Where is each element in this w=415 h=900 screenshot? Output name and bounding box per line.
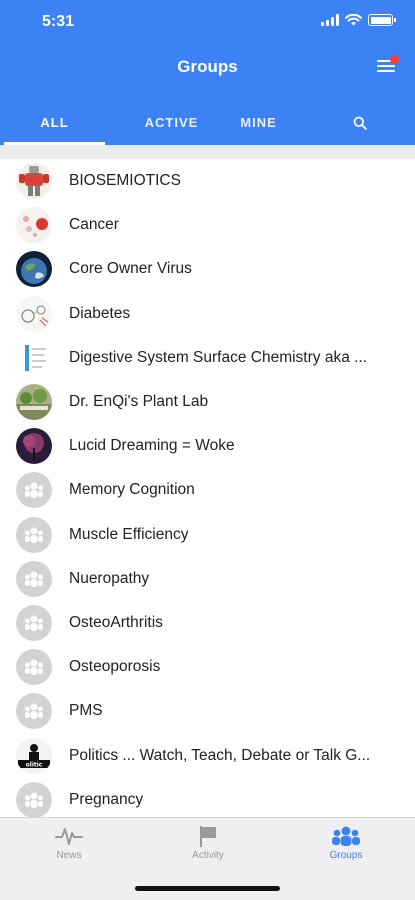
group-name: Dr. EnQi's Plant Lab bbox=[69, 393, 209, 411]
robot-image bbox=[16, 163, 52, 200]
group-name: Core Owner Virus bbox=[69, 260, 192, 278]
group-placeholder-icon bbox=[16, 604, 52, 641]
group-name: OsteoArthritis bbox=[69, 613, 163, 631]
group-avatar bbox=[16, 207, 52, 244]
list-item[interactable]: Diabetes bbox=[0, 292, 415, 336]
group-placeholder-icon bbox=[16, 516, 52, 553]
group-name: BIOSEMIOTICS bbox=[69, 172, 181, 190]
group-name: Lucid Dreaming = Woke bbox=[69, 437, 235, 455]
group-name: Diabetes bbox=[69, 304, 131, 322]
list-item[interactable]: Digestive System Surface Chemistry aka .… bbox=[0, 336, 415, 380]
list-item[interactable]: Core Owner Virus bbox=[0, 247, 415, 291]
group-name: Politics ... Watch, Teach, Debate or Tal… bbox=[69, 746, 371, 764]
tab-activity-label: Activity bbox=[192, 850, 224, 861]
status-time: 5:31 bbox=[42, 13, 75, 30]
list-item[interactable]: Pregnancy bbox=[0, 778, 415, 817]
status-bar: 5:31 bbox=[0, 0, 415, 44]
group-placeholder-icon bbox=[16, 781, 52, 817]
list-item[interactable]: PMS bbox=[0, 689, 415, 733]
tab-activity[interactable]: Activity bbox=[168, 824, 248, 861]
group-avatar bbox=[16, 384, 52, 421]
plants-image bbox=[16, 384, 52, 421]
group-name: Memory Cognition bbox=[69, 481, 195, 499]
group-avatar bbox=[16, 295, 52, 332]
groups-list: BIOSEMIOTICS Cancer Core Owner Virus Dia… bbox=[0, 159, 415, 817]
cancer-image bbox=[16, 207, 52, 244]
tab-news-label: News bbox=[56, 850, 82, 861]
app-header: 5:31 Groups ALL ACTIVE MINE bbox=[0, 0, 415, 145]
group-name: Osteoporosis bbox=[69, 658, 161, 676]
list-item[interactable]: Memory Cognition bbox=[0, 468, 415, 512]
list-item[interactable]: Osteoporosis bbox=[0, 645, 415, 689]
group-name: Muscle Efficiency bbox=[69, 525, 189, 543]
list-item[interactable]: Muscle Efficiency bbox=[0, 513, 415, 557]
list-item[interactable]: olitic Politics ... Watch, Teach, Debate… bbox=[0, 733, 415, 777]
battery-icon bbox=[368, 14, 396, 26]
politics-image: olitic bbox=[16, 737, 52, 774]
group-avatar bbox=[16, 339, 52, 376]
group-name: Nueropathy bbox=[69, 569, 150, 587]
group-avatar bbox=[16, 428, 52, 465]
group-placeholder-icon bbox=[16, 649, 52, 686]
list-item[interactable]: OsteoArthritis bbox=[0, 601, 415, 645]
pulse-icon bbox=[55, 828, 83, 845]
page-title: Groups bbox=[177, 57, 238, 76]
tab-groups[interactable]: Groups bbox=[306, 824, 386, 861]
tab-news[interactable]: News bbox=[29, 824, 109, 861]
tab-mine[interactable]: MINE bbox=[205, 100, 312, 145]
group-name: Cancer bbox=[69, 216, 119, 234]
group-name: Pregnancy bbox=[69, 790, 144, 808]
menu-button[interactable] bbox=[377, 55, 399, 74]
list-item[interactable]: Dr. EnQi's Plant Lab bbox=[0, 380, 415, 424]
tree-image bbox=[16, 428, 52, 465]
earth-image bbox=[16, 251, 52, 288]
flag-icon bbox=[200, 826, 216, 847]
search-button[interactable] bbox=[330, 100, 390, 145]
list-item[interactable]: Nueropathy bbox=[0, 557, 415, 601]
list-top-divider bbox=[0, 145, 415, 159]
notification-dot bbox=[390, 55, 399, 64]
list-item[interactable]: Lucid Dreaming = Woke bbox=[0, 424, 415, 468]
search-icon bbox=[353, 116, 367, 130]
svg-text:olitic: olitic bbox=[26, 761, 43, 768]
filter-tabs: ALL ACTIVE MINE bbox=[0, 100, 415, 145]
list-item[interactable]: BIOSEMIOTICS bbox=[0, 159, 415, 203]
group-avatar bbox=[16, 251, 52, 288]
group-placeholder-icon bbox=[16, 693, 52, 730]
wifi-icon bbox=[345, 14, 362, 26]
status-icons bbox=[321, 14, 396, 26]
cellular-signal-icon bbox=[321, 14, 339, 26]
groups-icon bbox=[332, 826, 360, 846]
group-avatar: olitic bbox=[16, 737, 52, 774]
tab-groups-label: Groups bbox=[329, 850, 363, 861]
group-name: PMS bbox=[69, 702, 103, 720]
home-indicator[interactable] bbox=[135, 886, 280, 891]
group-placeholder-icon bbox=[16, 560, 52, 597]
tab-all[interactable]: ALL bbox=[4, 100, 105, 145]
list-item[interactable]: Cancer bbox=[0, 203, 415, 247]
chart-image bbox=[16, 339, 52, 376]
group-avatar bbox=[16, 163, 52, 200]
group-name: Digestive System Surface Chemistry aka .… bbox=[69, 348, 368, 366]
diagram-image bbox=[16, 295, 52, 332]
group-placeholder-icon bbox=[16, 472, 52, 509]
